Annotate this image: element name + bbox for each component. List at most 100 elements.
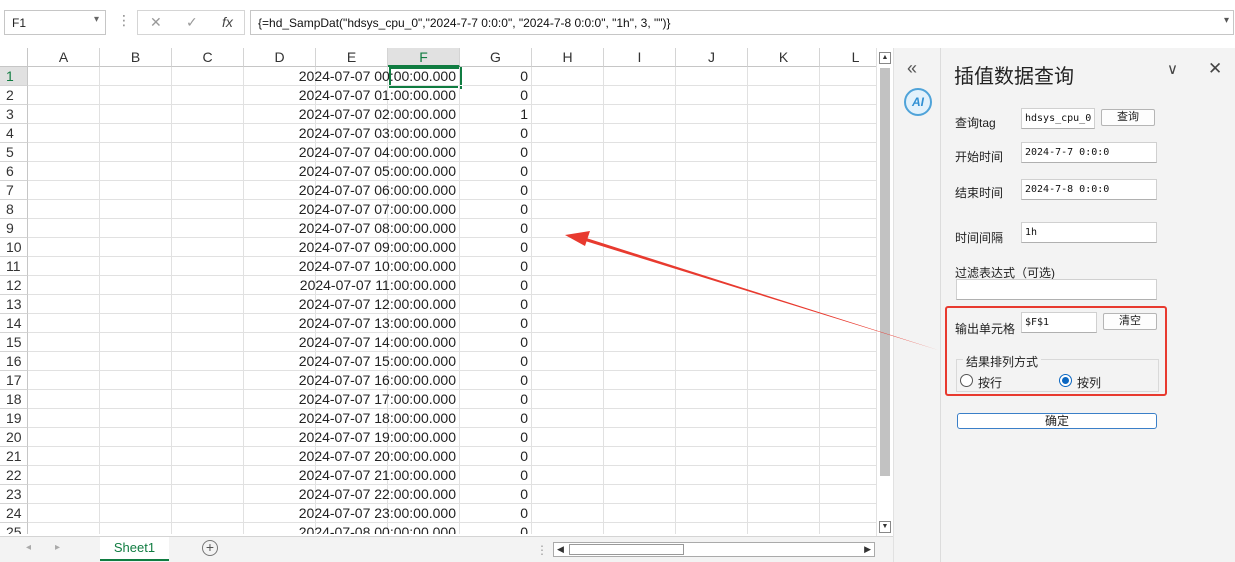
cell-c[interactable]	[172, 105, 244, 124]
datetime-cell[interactable]: 2024-07-07 23:00:00.000	[299, 504, 460, 523]
scroll-down-icon[interactable]: ▼	[879, 521, 891, 533]
cell-k[interactable]	[748, 428, 820, 447]
row-header[interactable]: 14	[0, 314, 28, 333]
datetime-cell[interactable]: 2024-07-07 01:00:00.000	[299, 86, 460, 105]
cell-a[interactable]	[28, 238, 100, 257]
cell-h[interactable]	[532, 276, 604, 295]
datetime-cell[interactable]: 2024-07-07 15:00:00.000	[299, 352, 460, 371]
cell-a[interactable]	[28, 314, 100, 333]
column-header-e[interactable]: E	[316, 48, 388, 67]
cell-b[interactable]	[100, 257, 172, 276]
cell-h[interactable]	[532, 523, 604, 534]
radio-by-row[interactable]	[960, 374, 973, 387]
cell-h[interactable]	[532, 485, 604, 504]
cell-a[interactable]	[28, 390, 100, 409]
value-cell[interactable]: 0	[460, 371, 532, 390]
value-cell[interactable]: 0	[460, 238, 532, 257]
tag-input[interactable]: hdsys_cpu_0	[1021, 108, 1095, 129]
cell-a[interactable]	[28, 428, 100, 447]
cell-h[interactable]	[532, 371, 604, 390]
cell-i[interactable]	[604, 333, 676, 352]
cell-l[interactable]	[820, 86, 876, 105]
cell-h[interactable]	[532, 219, 604, 238]
cell-i[interactable]	[604, 447, 676, 466]
cell-b[interactable]	[100, 371, 172, 390]
add-sheet-icon[interactable]: +	[202, 540, 218, 556]
cell-b[interactable]	[100, 409, 172, 428]
cell-a[interactable]	[28, 447, 100, 466]
cell-c[interactable]	[172, 219, 244, 238]
cell-l[interactable]	[820, 447, 876, 466]
output-cell-input[interactable]: $F$1	[1021, 312, 1097, 333]
value-cell[interactable]: 0	[460, 143, 532, 162]
column-header-k[interactable]: K	[748, 48, 820, 67]
cell-a[interactable]	[28, 200, 100, 219]
cell-l[interactable]	[820, 485, 876, 504]
row-header[interactable]: 3	[0, 105, 28, 124]
cell-i[interactable]	[604, 219, 676, 238]
cell-b[interactable]	[100, 105, 172, 124]
cell-b[interactable]	[100, 466, 172, 485]
collapse-panel-icon[interactable]: «	[907, 58, 917, 79]
row-header[interactable]: 12	[0, 276, 28, 295]
cell-h[interactable]	[532, 428, 604, 447]
cell-l[interactable]	[820, 428, 876, 447]
cell-k[interactable]	[748, 105, 820, 124]
cell-c[interactable]	[172, 143, 244, 162]
cell-h[interactable]	[532, 257, 604, 276]
row-header[interactable]: 24	[0, 504, 28, 523]
cell-b[interactable]	[100, 143, 172, 162]
datetime-cell[interactable]: 2024-07-07 21:00:00.000	[299, 466, 460, 485]
cell-b[interactable]	[100, 181, 172, 200]
cell-k[interactable]	[748, 86, 820, 105]
value-cell[interactable]: 0	[460, 181, 532, 200]
cell-h[interactable]	[532, 466, 604, 485]
cell-c[interactable]	[172, 276, 244, 295]
clear-button[interactable]: 清空	[1103, 313, 1157, 330]
cell-k[interactable]	[748, 447, 820, 466]
cell-b[interactable]	[100, 485, 172, 504]
datetime-cell[interactable]: 2024-07-07 16:00:00.000	[299, 371, 460, 390]
cell-k[interactable]	[748, 314, 820, 333]
datetime-cell[interactable]: 2024-07-08 00:00:00.000	[299, 523, 460, 534]
cell-l[interactable]	[820, 333, 876, 352]
cell-l[interactable]	[820, 295, 876, 314]
row-header[interactable]: 9	[0, 219, 28, 238]
radio-by-column[interactable]	[1059, 374, 1072, 387]
cell-h[interactable]	[532, 314, 604, 333]
cell-i[interactable]	[604, 181, 676, 200]
cell-a[interactable]	[28, 86, 100, 105]
cell-b[interactable]	[100, 523, 172, 534]
row-header[interactable]: 15	[0, 333, 28, 352]
cell-b[interactable]	[100, 219, 172, 238]
cell-k[interactable]	[748, 523, 820, 534]
cell-k[interactable]	[748, 485, 820, 504]
value-cell[interactable]: 0	[460, 86, 532, 105]
value-cell[interactable]: 0	[460, 333, 532, 352]
close-icon[interactable]: ✕	[1208, 59, 1222, 79]
cell-j[interactable]	[676, 86, 748, 105]
row-header[interactable]: 1	[0, 67, 28, 86]
row-header[interactable]: 21	[0, 447, 28, 466]
cell-b[interactable]	[100, 314, 172, 333]
filter-input[interactable]	[956, 279, 1157, 300]
interval-input[interactable]: 1h	[1021, 222, 1157, 243]
cell-a[interactable]	[28, 333, 100, 352]
datetime-cell[interactable]: 2024-07-07 13:00:00.000	[299, 314, 460, 333]
cell-l[interactable]	[820, 257, 876, 276]
cell-i[interactable]	[604, 67, 676, 86]
cell-k[interactable]	[748, 409, 820, 428]
cell-i[interactable]	[604, 466, 676, 485]
cell-h[interactable]	[532, 409, 604, 428]
value-cell[interactable]: 0	[460, 295, 532, 314]
horizontal-scrollbar[interactable]: ◀ ▶	[553, 542, 875, 557]
enter-icon[interactable]: ✓	[186, 14, 198, 31]
cell-k[interactable]	[748, 143, 820, 162]
cell-a[interactable]	[28, 295, 100, 314]
column-header-a[interactable]: A	[28, 48, 100, 67]
cell-i[interactable]	[604, 428, 676, 447]
cell-i[interactable]	[604, 200, 676, 219]
row-header[interactable]: 7	[0, 181, 28, 200]
cell-b[interactable]	[100, 200, 172, 219]
column-header-l[interactable]: L	[820, 48, 876, 67]
